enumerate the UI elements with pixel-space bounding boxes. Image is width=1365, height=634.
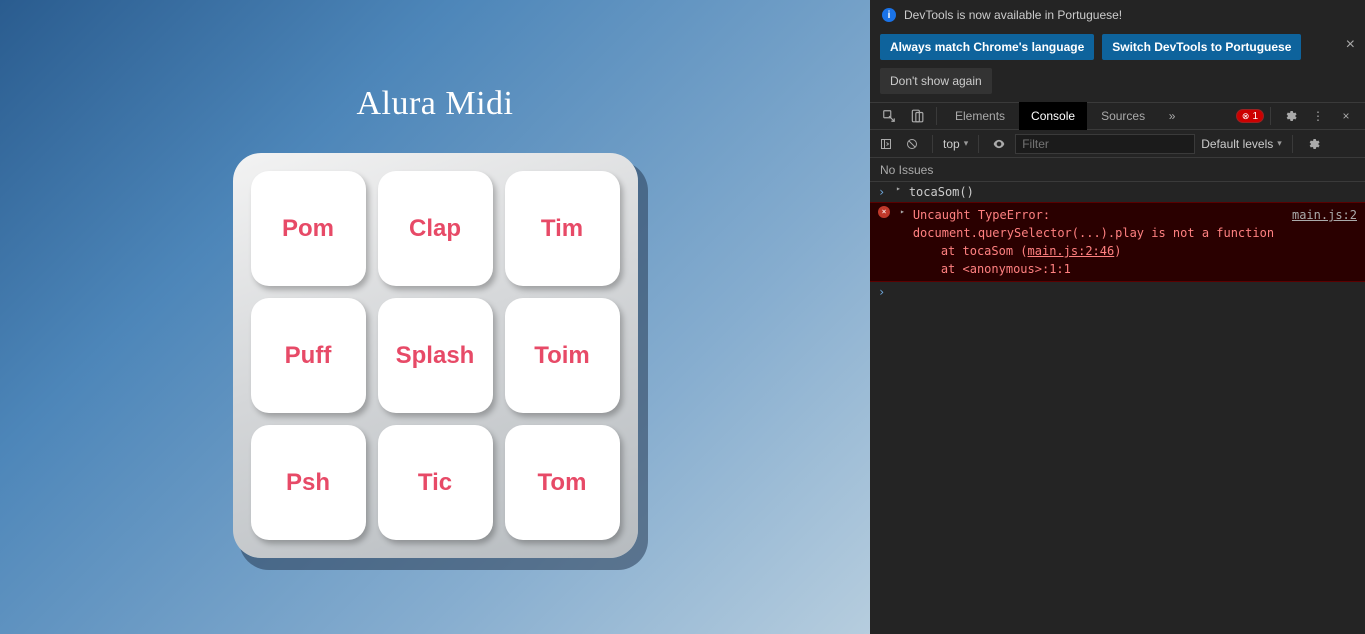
notice-bar: i DevTools is now available in Portugues… [870, 0, 1365, 30]
console-body[interactable]: › ▸ tocaSom() × ▸ Uncaught TypeError: do… [870, 182, 1365, 634]
expand-triangle-icon[interactable]: ▸ [900, 206, 905, 218]
log-levels-dropdown[interactable]: Default levels [1201, 137, 1282, 151]
stack-source-link[interactable]: main.js:2:46 [1028, 244, 1115, 258]
inspect-element-icon[interactable] [876, 103, 902, 129]
chevron-right-icon: › [878, 183, 890, 201]
console-input-echo: › ▸ tocaSom() [870, 182, 1365, 202]
notice-secondary: Don't show again [870, 68, 1365, 102]
live-expression-icon[interactable] [989, 134, 1009, 154]
notice-text: DevTools is now available in Portuguese! [904, 8, 1122, 22]
close-devtools-icon[interactable]: × [1333, 103, 1359, 129]
dont-show-again-button[interactable]: Don't show again [880, 68, 992, 94]
match-chrome-language-button[interactable]: Always match Chrome's language [880, 34, 1094, 60]
device-toggle-icon[interactable] [904, 103, 930, 129]
tab-sources[interactable]: Sources [1089, 102, 1157, 130]
pad-psh[interactable]: Psh [251, 425, 366, 540]
tab-elements[interactable]: Elements [943, 102, 1017, 130]
console-sidebar-toggle-icon[interactable] [876, 134, 896, 154]
console-settings-gear-icon[interactable] [1303, 134, 1323, 154]
pad-toim[interactable]: Toim [505, 298, 620, 413]
clear-console-icon[interactable] [902, 134, 922, 154]
error-icon: × [878, 206, 890, 218]
console-subtoolbar: top Default levels [870, 130, 1365, 158]
devtools-panel: i DevTools is now available in Portugues… [870, 0, 1365, 634]
execution-context-dropdown[interactable]: top [943, 137, 968, 151]
pad-puff[interactable]: Puff [251, 298, 366, 413]
pad-tim[interactable]: Tim [505, 171, 620, 286]
app-area: Alura Midi Pom Clap Tim Puff Splash Toim… [0, 0, 870, 634]
error-stack-line-1: at tocaSom (main.js:2:46) [913, 242, 1357, 260]
settings-gear-icon[interactable] [1277, 103, 1303, 129]
app-title: Alura Midi [356, 85, 513, 123]
pad-tom[interactable]: Tom [505, 425, 620, 540]
issues-label: No Issues [880, 163, 933, 177]
tab-console[interactable]: Console [1019, 102, 1087, 130]
console-prompt[interactable]: › [870, 282, 1365, 302]
pad-clap[interactable]: Clap [378, 171, 493, 286]
kebab-menu-icon[interactable]: ⋮ [1305, 103, 1331, 129]
error-count-badge[interactable]: 1 [1236, 109, 1264, 123]
console-input-text: tocaSom() [909, 183, 974, 201]
error-source-link[interactable]: main.js:2 [1280, 206, 1357, 242]
expand-triangle-icon[interactable]: ▸ [896, 183, 901, 195]
error-stack-line-2: at <anonymous>:1:1 [913, 260, 1357, 278]
devtools-toolbar: Elements Console Sources » 1 ⋮ × [870, 102, 1365, 130]
close-icon[interactable]: × [1346, 36, 1355, 54]
notice-actions: Always match Chrome's language Switch De… [870, 30, 1365, 68]
issues-bar[interactable]: No Issues [870, 158, 1365, 182]
pad-tic[interactable]: Tic [378, 425, 493, 540]
chevron-right-icon: › [878, 283, 890, 301]
pad-splash[interactable]: Splash [378, 298, 493, 413]
switch-to-portuguese-button[interactable]: Switch DevTools to Portuguese [1102, 34, 1301, 60]
more-tabs-icon[interactable]: » [1159, 103, 1185, 129]
error-message: Uncaught TypeError: document.querySelect… [913, 206, 1280, 242]
pad-grid: Pom Clap Tim Puff Splash Toim Psh Tic To… [233, 153, 638, 558]
filter-input[interactable] [1015, 134, 1195, 154]
info-icon: i [882, 8, 896, 22]
console-error-row: × ▸ Uncaught TypeError: document.querySe… [870, 202, 1365, 282]
pad-pom[interactable]: Pom [251, 171, 366, 286]
